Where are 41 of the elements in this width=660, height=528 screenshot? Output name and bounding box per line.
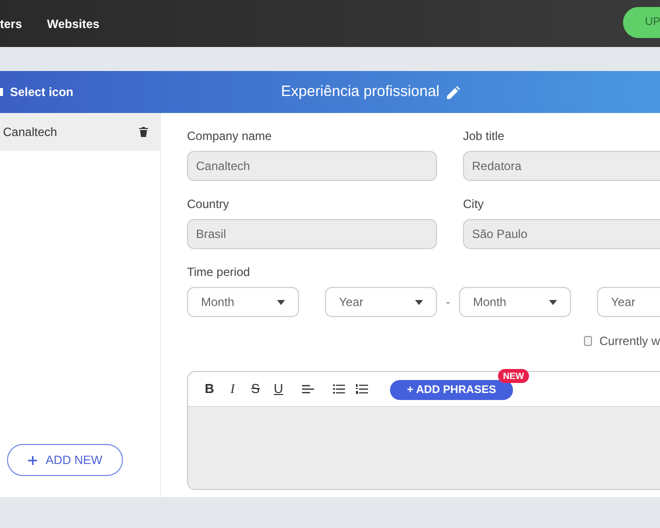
field-label: Company name: [187, 128, 273, 145]
numbered-list-icon: [356, 384, 368, 394]
field-label: Country: [187, 196, 230, 213]
caret-icon: [549, 300, 557, 304]
add-new-button[interactable]: ADD NEW: [7, 444, 123, 476]
field-label: Time period: [187, 264, 251, 281]
item-label: Canaltech: [3, 124, 58, 141]
strike-button[interactable]: S: [247, 380, 264, 398]
new-badge: NEW: [498, 369, 529, 383]
checkbox-label: Currently w: [599, 333, 660, 350]
nav-link[interactable]: ters: [0, 14, 22, 32]
rich-text-editor[interactable]: B I S U + ADD PHRASES NEW: [187, 371, 660, 490]
bullet-list-icon: [332, 384, 344, 394]
add-phrases-button[interactable]: + ADD PHRASES: [390, 380, 514, 400]
image-icon: [0, 88, 3, 96]
caret-icon: [277, 300, 285, 304]
text-field[interactable]: São Paulo: [463, 219, 660, 249]
text-field[interactable]: Canaltech: [187, 151, 437, 181]
bold-button[interactable]: B: [201, 380, 218, 398]
upgrade-button[interactable]: UP: [623, 7, 660, 38]
text-field[interactable]: Redatora: [463, 151, 660, 181]
dropdown[interactable]: Month: [187, 287, 299, 317]
italic-button[interactable]: I: [224, 380, 241, 398]
sidebar-item[interactable]: Canaltech: [0, 113, 160, 151]
plus-icon: [28, 456, 37, 464]
caret-icon: [415, 300, 423, 304]
section-title: Experiência profissional: [281, 82, 440, 102]
align-left-icon: [302, 384, 314, 394]
range-separator: -: [446, 294, 450, 311]
field-label: City: [463, 196, 485, 213]
nav-link[interactable]: Websites: [47, 14, 100, 32]
field-label: Job title: [463, 128, 506, 145]
dropdown[interactable]: Month: [459, 287, 571, 317]
select-icon-button[interactable]: Select icon: [10, 83, 74, 101]
trash-icon[interactable]: [139, 127, 148, 137]
pencil-icon[interactable]: [447, 86, 460, 98]
underline-button[interactable]: U: [270, 380, 287, 398]
dropdown[interactable]: Year: [597, 287, 660, 317]
checkbox[interactable]: [584, 336, 592, 346]
dropdown[interactable]: Year: [325, 287, 437, 317]
text-field[interactable]: Brasil: [187, 219, 437, 249]
